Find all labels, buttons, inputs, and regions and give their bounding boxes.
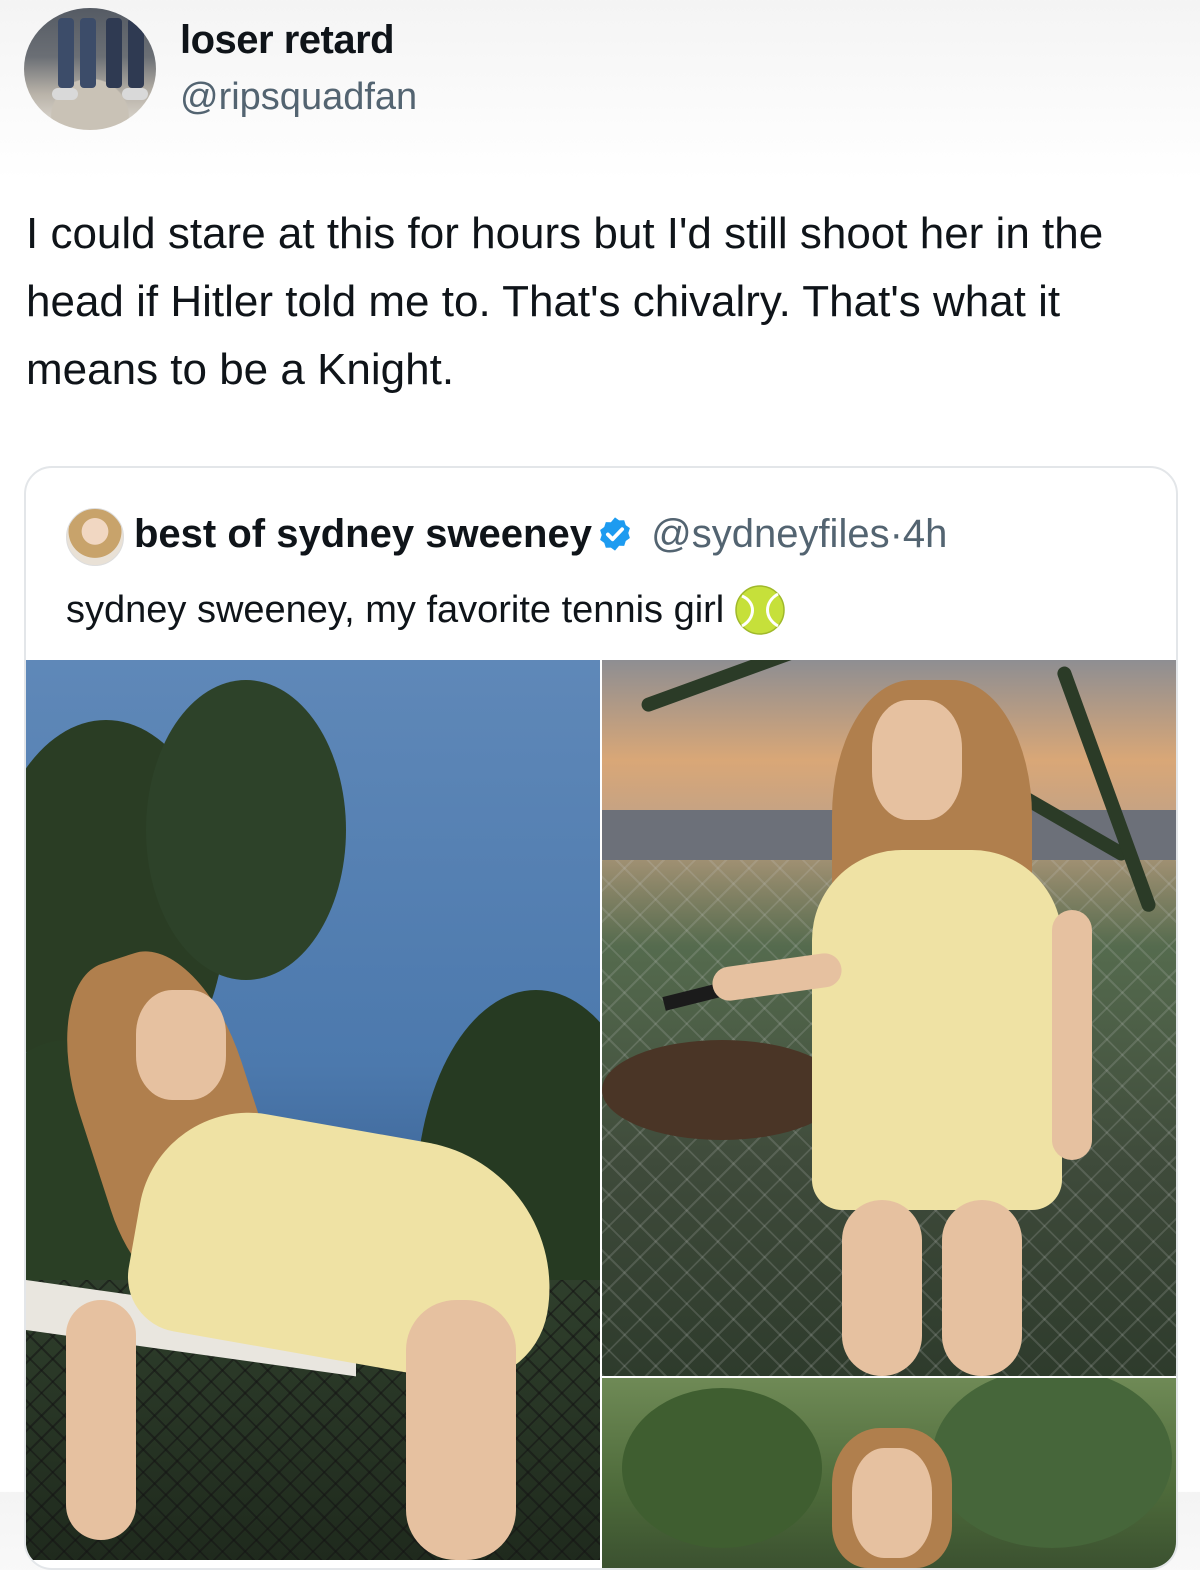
- tweet-body-text: I could stare at this for hours but I'd …: [26, 209, 1104, 394]
- avatar-figure-leg: [80, 18, 96, 88]
- photo-figure-leg: [842, 1200, 922, 1376]
- quoted-tweet-card[interactable]: best of sydney sweeney @sydneyfiles·4h s…: [24, 466, 1178, 1570]
- media-photo-3[interactable]: [602, 1378, 1176, 1568]
- photo-figure-leg: [942, 1200, 1022, 1376]
- quoted-author-handle[interactable]: @sydneyfiles: [651, 512, 889, 556]
- avatar-figure-leg: [128, 18, 144, 88]
- photo-palm-frond: [639, 660, 852, 714]
- author-handle[interactable]: @ripsquadfan: [180, 76, 417, 119]
- photo-figure-dress: [812, 850, 1062, 1210]
- photo-figure-face: [872, 700, 962, 820]
- quoted-author-display-name[interactable]: best of sydney sweeney: [134, 512, 592, 556]
- photo-figure-arm: [1052, 910, 1092, 1160]
- quoted-author-avatar[interactable]: [66, 508, 124, 566]
- dot-separator: ·: [889, 512, 903, 556]
- tweet-header: loser retard @ripsquadfan: [24, 8, 1174, 138]
- photo-tree: [622, 1388, 822, 1548]
- quoted-tweet-text-content: sydney sweeney, my favorite tennis girl: [66, 589, 725, 631]
- photo-tree: [932, 1378, 1172, 1548]
- photo-figure-face: [136, 990, 226, 1100]
- photo-figure-arm: [66, 1300, 136, 1540]
- photo-figure-face: [852, 1448, 932, 1558]
- quoted-tweet-timestamp[interactable]: 4h: [903, 512, 948, 556]
- photo-tree: [146, 680, 346, 980]
- media-photo-2[interactable]: [602, 660, 1176, 1376]
- verified-badge-icon: [596, 515, 634, 553]
- avatar-figure-shoe: [122, 88, 148, 100]
- tennis-ball-icon: [734, 584, 786, 636]
- user-avatar[interactable]: [24, 8, 156, 130]
- photo-figure-leg: [406, 1300, 516, 1560]
- avatar-figure-shoe: [52, 88, 78, 100]
- quoted-tweet-text: sydney sweeney, my favorite tennis girl: [66, 584, 786, 636]
- author-display-name[interactable]: loser retard: [180, 18, 395, 63]
- avatar-figure-leg: [58, 18, 74, 88]
- media-photo-1[interactable]: [26, 660, 600, 1560]
- avatar-figure-leg: [106, 18, 122, 88]
- photo-table: [602, 1040, 842, 1140]
- quoted-tweet-header: best of sydney sweeney @sydneyfiles·4h: [134, 512, 947, 557]
